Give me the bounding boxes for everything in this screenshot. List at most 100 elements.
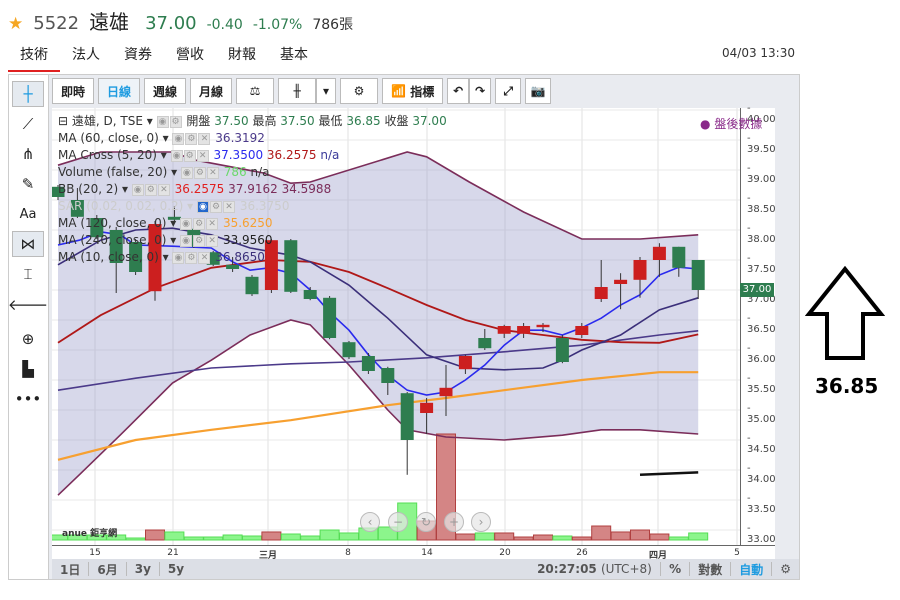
chart-type-dropdown-icon[interactable]: ▾ — [316, 78, 337, 104]
macross-value-2: 36.2575 — [266, 148, 317, 162]
measure-icon[interactable]: ⌶ — [12, 261, 44, 287]
remove-icon[interactable]: ✕ — [206, 234, 219, 247]
eye-icon[interactable]: ◉ — [172, 251, 185, 264]
candle-body — [478, 338, 492, 349]
eye-icon[interactable]: ◉ — [131, 183, 144, 196]
volume-bar — [494, 532, 515, 541]
text-tool-icon[interactable]: Aa — [12, 201, 44, 227]
undo-icon[interactable]: ↶ — [447, 78, 470, 104]
volume-bar — [552, 535, 573, 541]
settings-gear-icon[interactable]: ⚙ — [340, 78, 379, 104]
log-scale-toggle[interactable]: 對數 — [690, 561, 730, 578]
scroll-left-icon[interactable]: ‹ — [360, 512, 380, 532]
range-1d[interactable]: 1日 — [52, 561, 88, 578]
zoom-out-icon[interactable]: − — [388, 512, 408, 532]
back-arrow-icon[interactable]: 🡐 — [8, 291, 48, 317]
timezone: (UTC+8) — [600, 562, 652, 576]
remove-icon[interactable]: ✕ — [196, 149, 209, 162]
tab-financials[interactable]: 財報 — [216, 42, 268, 72]
volume-bar — [474, 532, 495, 541]
legend-volume: Volume (false, 20) ▾ ◉ ⚙ ✕ 786 n/a — [58, 165, 270, 179]
compare-scale-icon[interactable]: ⚖ — [236, 78, 275, 104]
weekly-button[interactable]: 週線 — [144, 78, 187, 104]
remove-icon[interactable]: ✕ — [198, 251, 211, 264]
settings-icon[interactable]: ⚙ — [193, 217, 206, 230]
price-tick: - 36.50 — [747, 313, 776, 335]
legend-ma10: MA (10, close, 0) ▾ ◉ ⚙ ✕ 36.8650 — [58, 250, 265, 264]
candle-body — [284, 240, 298, 292]
auto-scale-toggle[interactable]: 自動 — [731, 561, 771, 578]
settings-icon[interactable]: ⚙ — [169, 115, 182, 128]
eye-icon[interactable]: ◉ — [180, 234, 193, 247]
camera-icon[interactable]: 📷 — [525, 78, 552, 104]
tab-institutional[interactable]: 法人 — [60, 42, 112, 72]
stock-header: ★ 5522 遠雄 37.00 -0.40 -1.07% 786張 — [8, 6, 353, 34]
volume-bar — [242, 535, 262, 541]
eye-icon[interactable]: ◉ — [180, 166, 193, 179]
chart-ruler-icon[interactable]: ▙ — [12, 356, 44, 382]
collapse-icon[interactable]: ⊟ — [58, 114, 68, 128]
eye-icon[interactable]: ◉ — [170, 149, 183, 162]
settings-icon[interactable]: ⚙ — [193, 234, 206, 247]
tab-technical[interactable]: 技術 — [8, 42, 60, 72]
eye-icon[interactable]: ◉ — [172, 132, 185, 145]
time-axis[interactable]: 15 21 三月 8 14 20 26 四月 5 — [52, 545, 775, 561]
ma10-value: 36.8650 — [215, 250, 265, 264]
realtime-button[interactable]: 即時 — [52, 78, 95, 104]
tab-margin[interactable]: 資券 — [112, 42, 164, 72]
brush-icon[interactable]: ✎ — [12, 171, 44, 197]
redo-icon[interactable]: ↷ — [469, 78, 492, 104]
crosshair-icon[interactable]: ┼ — [12, 81, 44, 107]
pitchfork-icon[interactable]: ⋔ — [12, 141, 44, 167]
pattern-icon[interactable]: ⋈ — [12, 231, 44, 257]
fullscreen-icon[interactable]: ⤢ — [495, 78, 522, 104]
settings-icon[interactable]: ⚙ — [183, 149, 196, 162]
time-tick: 14 — [421, 548, 433, 558]
scroll-right-icon[interactable]: › — [471, 512, 491, 532]
indicators-label: 指標 — [410, 84, 435, 99]
eye-icon[interactable]: ◉ — [156, 115, 169, 128]
zoom-in-nav-icon[interactable]: + — [444, 512, 464, 532]
low-label: 最低 — [318, 114, 343, 128]
indicators-button[interactable]: 📶 指標 — [382, 78, 444, 104]
monthly-button[interactable]: 月線 — [190, 78, 233, 104]
percent-toggle[interactable]: % — [661, 562, 689, 576]
sar-label: SAR (0.02, 0.02, 0.2) — [58, 199, 184, 213]
range-5y[interactable]: 5y — [160, 562, 192, 576]
tab-basic[interactable]: 基本 — [268, 42, 320, 72]
remove-icon[interactable]: ✕ — [198, 132, 211, 145]
settings-icon[interactable]: ⚙ — [185, 132, 198, 145]
settings-icon[interactable]: ⚙ — [193, 166, 206, 179]
legend-ma120: MA (120, close, 0) ▾ ◉ ⚙ ✕ 35.6250 — [58, 216, 273, 230]
range-6m[interactable]: 6月 — [89, 561, 125, 578]
price-tick: - 38.50 — [747, 193, 776, 215]
reset-icon[interactable]: ↻ — [416, 512, 436, 532]
settings-icon[interactable]: ⚙ — [185, 251, 198, 264]
open-label: 開盤 — [186, 114, 211, 128]
hidden-eye-icon[interactable]: ◉ — [197, 200, 209, 213]
favorite-star-icon[interactable]: ★ — [8, 14, 23, 34]
bb-value-1: 36.2575 — [174, 182, 225, 196]
remove-icon[interactable]: ✕ — [206, 217, 219, 230]
price-axis[interactable]: - 40.00- 39.50- 39.00- 38.50- 38.00- 37.… — [740, 103, 776, 545]
price-tick: - 34.50 — [747, 433, 776, 455]
bb-value-3: 34.5988 — [281, 182, 332, 196]
zoom-in-icon[interactable]: ⊕ — [12, 326, 44, 352]
axis-settings-icon[interactable]: ⚙ — [772, 562, 799, 576]
time-tick: 5 — [734, 548, 740, 558]
range-3y[interactable]: 3y — [127, 562, 159, 576]
settings-icon[interactable]: ⚙ — [144, 183, 157, 196]
more-icon[interactable]: ••• — [12, 386, 44, 412]
remove-icon[interactable]: ✕ — [206, 166, 219, 179]
legend-main: ⊟ 遠雄, D, TSE ▾ ◉ ⚙ 開盤 37.50 最高 37.50 最低 3… — [58, 114, 447, 128]
candle-type-icon[interactable]: ╫ — [278, 78, 317, 104]
tab-revenue[interactable]: 營收 — [164, 42, 216, 72]
daily-button[interactable]: 日線 — [98, 78, 141, 104]
after-hours-badge[interactable]: ● 盤後數據 — [700, 116, 762, 132]
trend-line-icon[interactable]: ⟋ — [12, 111, 44, 137]
volume-bar — [630, 529, 650, 541]
eye-icon[interactable]: ◉ — [180, 217, 193, 230]
remove-icon[interactable]: ✕ — [223, 200, 235, 213]
settings-icon[interactable]: ⚙ — [210, 200, 222, 213]
remove-icon[interactable]: ✕ — [157, 183, 170, 196]
